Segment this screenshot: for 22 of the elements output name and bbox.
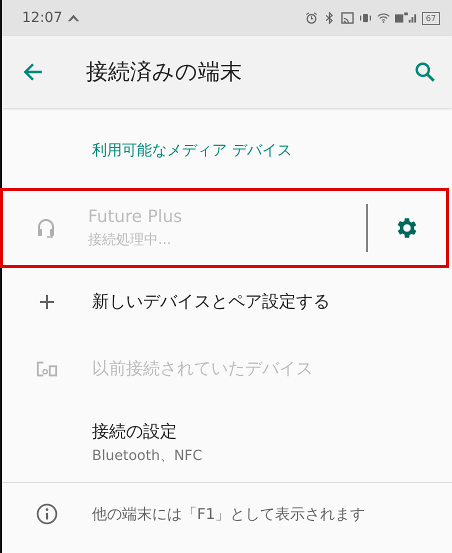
item-title: 接続の設定 <box>92 420 178 442</box>
screen-title: 接続済みの端末 <box>86 59 243 87</box>
search-icon <box>414 61 436 83</box>
device-status: 接続処理中... <box>88 231 172 249</box>
battery-level: 67 <box>422 12 440 24</box>
signal-icon <box>394 12 417 24</box>
item-summary: Bluetooth、NFC <box>92 446 204 464</box>
section-header: 利用可能なメディア デバイス <box>92 140 292 160</box>
info-icon <box>36 503 58 525</box>
cast-icon <box>340 12 354 24</box>
device-name: Future Plus <box>88 207 184 227</box>
list-item[interactable]: 新しいデバイスとペア設定する <box>2 268 452 335</box>
item-title: 新しいデバイスとペア設定する <box>92 291 331 313</box>
list-item[interactable]: 接続の設定 Bluetooth、NFC <box>2 402 452 482</box>
wifi-icon <box>376 12 390 24</box>
item-title: 以前接続されていたデバイス <box>92 358 314 380</box>
alarm-icon <box>304 12 318 24</box>
status-time: 12:07 <box>22 10 62 26</box>
vibrate-icon <box>358 12 372 24</box>
back-arrow-icon <box>22 61 44 83</box>
footer-text: 他の端末には「F1」として表示されます <box>92 504 366 524</box>
plus-icon <box>39 294 55 310</box>
